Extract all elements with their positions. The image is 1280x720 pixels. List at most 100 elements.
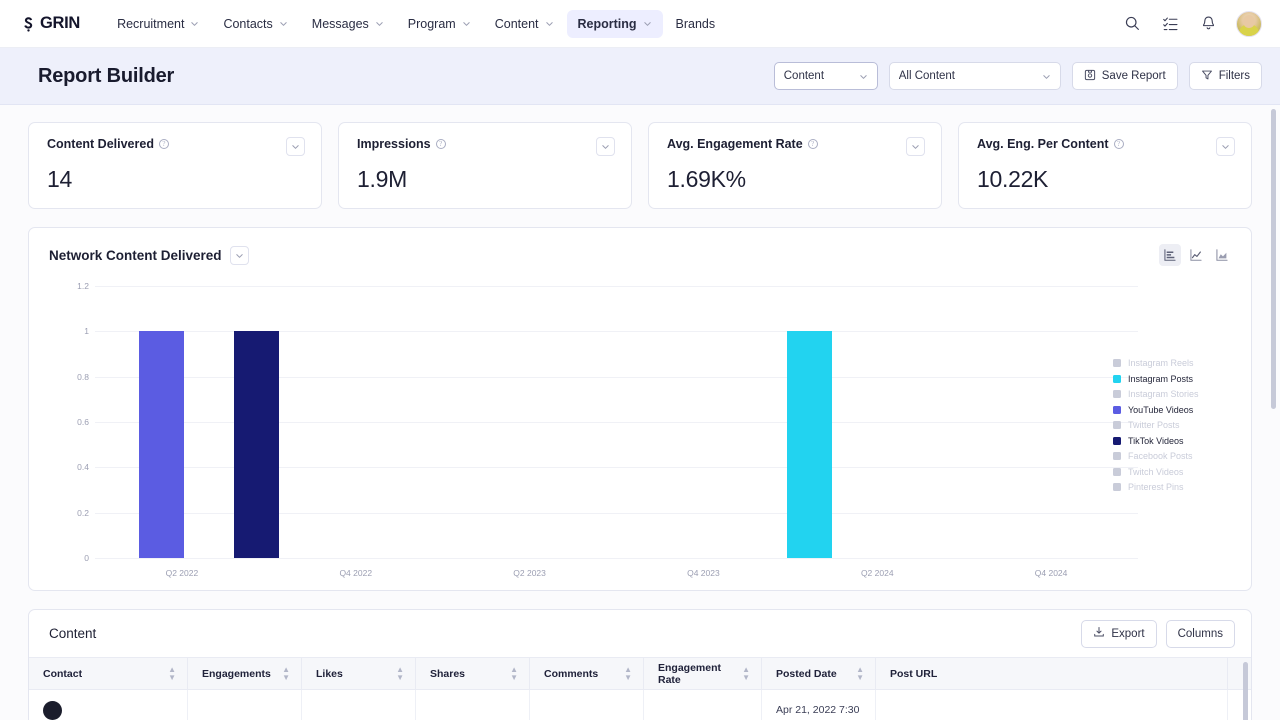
- page-title: Report Builder: [38, 65, 174, 88]
- table-body: Apr 21, 2022 7:30: [29, 690, 1251, 720]
- kpi-value: 1.9M: [357, 166, 615, 193]
- table-column-header[interactable]: Comments ▲▼: [530, 658, 644, 689]
- chart-bar[interactable]: [787, 331, 832, 558]
- network-content-delivered-chart-card: Network Content Delivered 00.20.40.60.81…: [28, 227, 1252, 591]
- gridline: [95, 558, 1138, 559]
- legend-item[interactable]: YouTube Videos: [1113, 405, 1233, 415]
- kpi-menu-button[interactable]: [596, 137, 615, 156]
- table-column-header[interactable]: Posted Date ▲▼: [762, 658, 876, 689]
- filter-icon: [1201, 69, 1213, 84]
- info-icon[interactable]: ?: [159, 139, 169, 149]
- y-axis-tick-label: 0.6: [49, 417, 89, 427]
- sort-icon[interactable]: ▲▼: [624, 666, 632, 682]
- chevron-down-icon: [545, 19, 554, 28]
- info-icon[interactable]: ?: [436, 139, 446, 149]
- nav-item-messages[interactable]: Messages: [301, 10, 395, 38]
- nav-item-content[interactable]: Content: [484, 10, 565, 38]
- save-report-label: Save Report: [1102, 70, 1166, 82]
- y-axis-tick-label: 1: [49, 326, 89, 336]
- search-icon[interactable]: [1122, 14, 1142, 34]
- sort-icon[interactable]: ▲▼: [396, 666, 404, 682]
- bell-icon[interactable]: [1198, 14, 1218, 34]
- info-icon[interactable]: ?: [808, 139, 818, 149]
- kpi-label: Avg. Eng. Per Content ?: [977, 137, 1124, 151]
- kpi-menu-button[interactable]: [1216, 137, 1235, 156]
- y-axis-tick-label: 0.4: [49, 462, 89, 472]
- report-type-select[interactable]: Content: [774, 62, 878, 90]
- report-type-value: Content: [784, 70, 851, 82]
- legend-item[interactable]: Instagram Posts: [1113, 374, 1233, 384]
- content-scope-select[interactable]: All Content: [889, 62, 1061, 90]
- legend-swatch: [1113, 421, 1121, 429]
- export-button[interactable]: Export: [1081, 620, 1156, 648]
- kpi-label: Avg. Engagement Rate ?: [667, 137, 818, 151]
- x-axis-tick-label: Q2 2024: [861, 568, 894, 578]
- save-report-button[interactable]: Save Report: [1072, 62, 1178, 90]
- x-axis-tick-label: Q2 2023: [513, 568, 546, 578]
- filters-button[interactable]: Filters: [1189, 62, 1262, 90]
- table-column-header[interactable]: Contact ▲▼: [29, 658, 188, 689]
- bar-chart-icon[interactable]: [1159, 244, 1181, 266]
- nav-item-recruitment[interactable]: Recruitment: [106, 10, 210, 38]
- chevron-down-icon: [279, 19, 288, 28]
- legend-item[interactable]: Twitch Videos: [1113, 467, 1233, 477]
- column-label: Likes: [316, 668, 343, 680]
- legend-label: Facebook Posts: [1128, 451, 1193, 461]
- line-chart-icon[interactable]: [1185, 244, 1207, 266]
- tasks-icon[interactable]: [1160, 14, 1180, 34]
- table-column-header: Post URL: [876, 658, 1228, 689]
- chart-plot-area: 00.20.40.60.811.2Q2 2022Q4 2022Q2 2023Q4…: [49, 280, 1233, 590]
- legend-item[interactable]: Facebook Posts: [1113, 451, 1233, 461]
- column-label: Contact: [43, 668, 82, 680]
- column-label: Engagement Rate: [658, 662, 742, 686]
- legend-label: Pinterest Pins: [1128, 482, 1184, 492]
- nav-label: Reporting: [578, 17, 637, 31]
- avatar[interactable]: [1236, 11, 1262, 37]
- legend-item[interactable]: Instagram Reels: [1113, 358, 1233, 368]
- sort-icon[interactable]: ▲▼: [742, 666, 750, 682]
- table-column-header[interactable]: Likes ▲▼: [302, 658, 416, 689]
- columns-button[interactable]: Columns: [1166, 620, 1235, 648]
- chevron-down-icon: [1042, 72, 1051, 81]
- sort-icon[interactable]: ▲▼: [510, 666, 518, 682]
- legend-swatch: [1113, 483, 1121, 491]
- column-label: Posted Date: [776, 668, 837, 680]
- table-cell: [416, 690, 530, 720]
- legend-item[interactable]: Instagram Stories: [1113, 389, 1233, 399]
- info-icon[interactable]: ?: [1114, 139, 1124, 149]
- legend-item[interactable]: Pinterest Pins: [1113, 482, 1233, 492]
- table-scrollbar[interactable]: [1243, 662, 1248, 720]
- chart-menu-button[interactable]: [230, 246, 249, 265]
- page-scrollbar[interactable]: [1271, 109, 1276, 409]
- kpi-menu-button[interactable]: [906, 137, 925, 156]
- y-axis-tick-label: 0.8: [49, 372, 89, 382]
- legend-swatch: [1113, 437, 1121, 445]
- table-column-header[interactable]: Engagement Rate▲▼: [644, 658, 762, 689]
- kpi-menu-button[interactable]: [286, 137, 305, 156]
- legend-item[interactable]: TikTok Videos: [1113, 436, 1233, 446]
- area-chart-icon[interactable]: [1211, 244, 1233, 266]
- nav-item-brands[interactable]: Brands: [665, 10, 727, 38]
- sort-icon[interactable]: ▲▼: [168, 666, 176, 682]
- legend-swatch: [1113, 452, 1121, 460]
- column-label: Comments: [544, 668, 598, 680]
- main-menu: Recruitment Contacts Messages Program Co…: [106, 10, 726, 38]
- sort-icon[interactable]: ▲▼: [282, 666, 290, 682]
- table-column-header[interactable]: Engagements▲▼: [188, 658, 302, 689]
- chevron-down-icon: [643, 19, 652, 28]
- chart-bar[interactable]: [234, 331, 279, 558]
- header-controls: Content All Content Save Report Filters: [774, 62, 1262, 90]
- table-column-header[interactable]: Shares▲▼: [416, 658, 530, 689]
- table-title: Content: [49, 626, 96, 641]
- table-row[interactable]: Apr 21, 2022 7:30: [29, 690, 1251, 720]
- export-label: Export: [1111, 628, 1144, 640]
- x-axis-tick-label: Q4 2022: [339, 568, 372, 578]
- grin-logo[interactable]: GRIN: [22, 14, 80, 33]
- legend-item[interactable]: Twitter Posts: [1113, 420, 1233, 430]
- chart-bar[interactable]: [139, 331, 184, 558]
- nav-item-contacts[interactable]: Contacts: [212, 10, 298, 38]
- legend-label: Instagram Stories: [1128, 389, 1199, 399]
- nav-item-reporting[interactable]: Reporting: [567, 10, 663, 38]
- sort-icon[interactable]: ▲▼: [856, 666, 864, 682]
- nav-item-program[interactable]: Program: [397, 10, 482, 38]
